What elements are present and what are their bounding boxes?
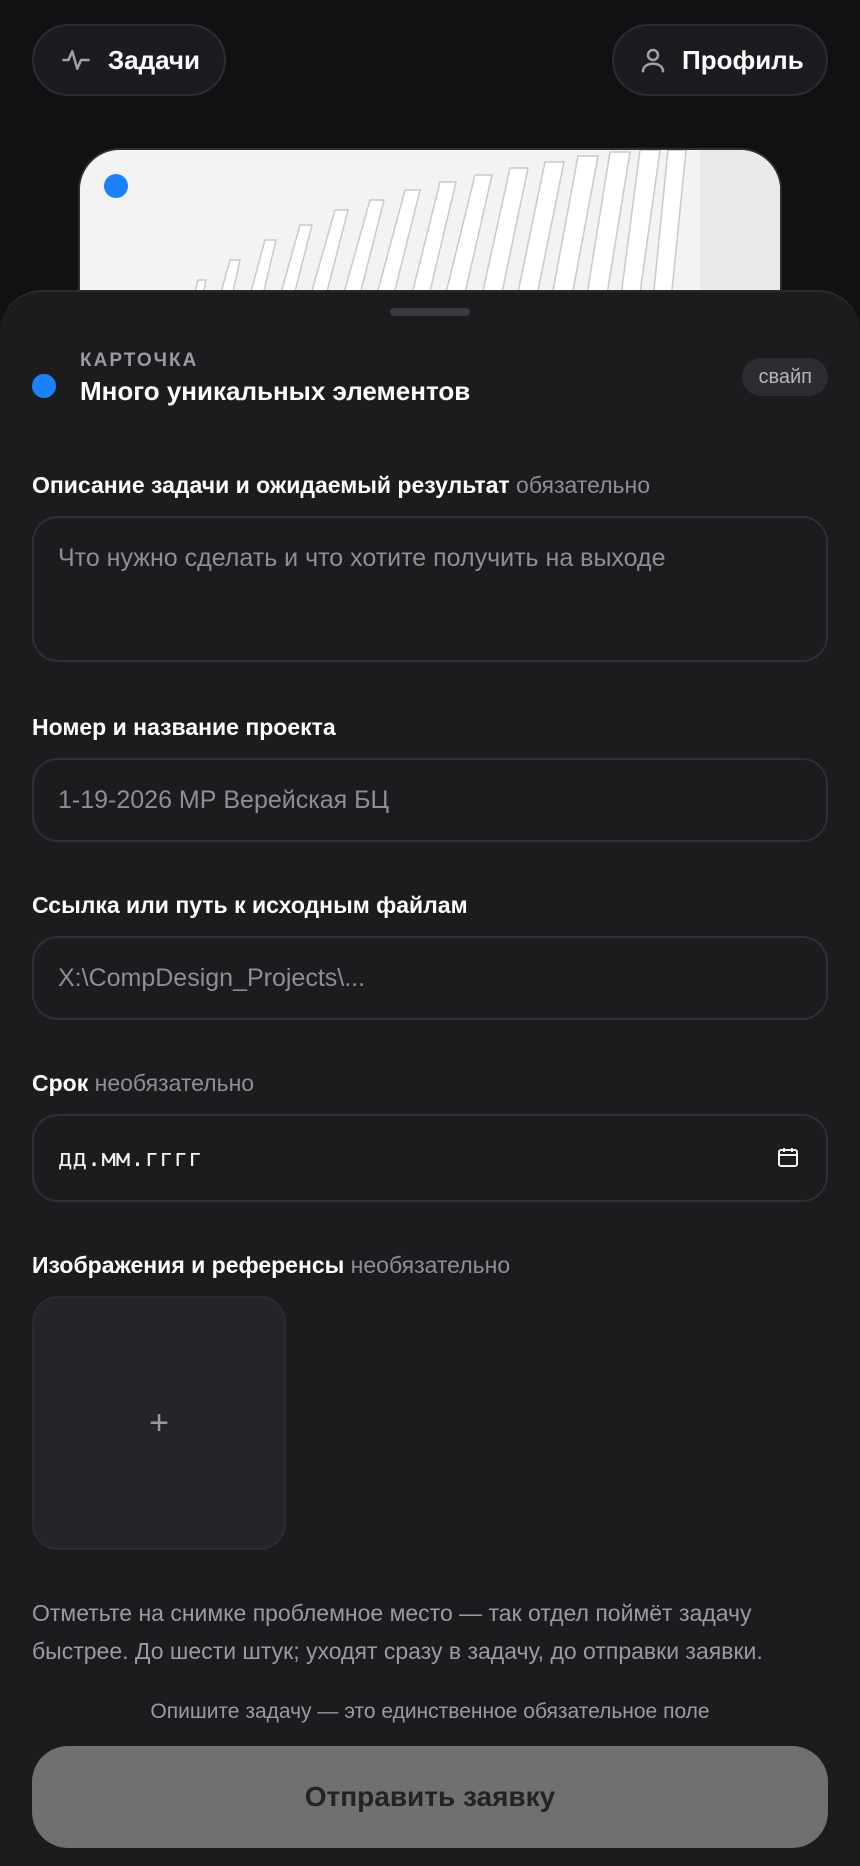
card-kicker: КАРТОЧКА bbox=[80, 350, 199, 371]
profile-button[interactable]: Профиль bbox=[612, 24, 828, 96]
required-field-note: Опишите задачу — это единственное обязат… bbox=[150, 1700, 710, 1723]
top-bar: Задачи Профиль bbox=[0, 0, 860, 130]
description-label-text: Описание задачи и ожидаемый результат bbox=[32, 472, 510, 498]
card-status-dot bbox=[32, 374, 56, 398]
card-title: Много уникальных элементов bbox=[80, 376, 471, 406]
activity-icon bbox=[58, 42, 94, 78]
card-header: КАРТОЧКА Много уникальных элементов свай… bbox=[32, 350, 828, 410]
description-label: Описание задачи и ожидаемый результат об… bbox=[32, 472, 650, 499]
project-placeholder: 1-19-2026 МР Верейская БЦ bbox=[58, 785, 389, 814]
image-hint-text: Отметьте на снимке проблемное место — та… bbox=[32, 1600, 763, 1664]
images-label: Изображения и референсы необязательно bbox=[32, 1252, 510, 1279]
profile-label: Профиль bbox=[682, 44, 804, 75]
description-placeholder: Что нужно сделать и что хотите получить … bbox=[58, 544, 666, 572]
project-label-text: Номер и название проекта bbox=[32, 714, 336, 740]
optional-tag: необязательно bbox=[94, 1070, 255, 1096]
project-label: Номер и название проекта bbox=[32, 714, 336, 741]
tasks-label: Задачи bbox=[107, 44, 200, 75]
swipe-badge: свайп bbox=[742, 358, 828, 396]
deadline-date-input[interactable]: дд.мм.гггг bbox=[32, 1114, 828, 1202]
description-textarea[interactable]: Что нужно сделать и что хотите получить … bbox=[32, 516, 828, 662]
deadline-placeholder: дд.мм.гггг bbox=[58, 1144, 203, 1172]
plus-icon: + bbox=[149, 1403, 169, 1442]
required-tag: обязательно bbox=[516, 472, 650, 498]
add-image-button[interactable]: + bbox=[32, 1296, 286, 1550]
deadline-label-text: Срок bbox=[32, 1070, 89, 1096]
submit-request-button[interactable]: Отправить заявку bbox=[32, 1746, 828, 1848]
optional-tag: необязательно bbox=[350, 1252, 511, 1278]
calendar-icon[interactable] bbox=[776, 1145, 802, 1171]
source-placeholder: X:\CompDesign_Projects\... bbox=[58, 963, 366, 992]
tasks-button[interactable]: Задачи bbox=[32, 24, 226, 96]
deadline-label: Срок необязательно bbox=[32, 1070, 254, 1097]
images-label-text: Изображения и референсы bbox=[32, 1252, 345, 1278]
status-dot bbox=[104, 174, 128, 198]
source-label: Ссылка или путь к исходным файлам bbox=[32, 892, 468, 919]
source-label-text: Ссылка или путь к исходным файлам bbox=[32, 892, 468, 918]
task-form-sheet: КАРТОЧКА Много уникальных элементов свай… bbox=[0, 290, 860, 1866]
sheet-grabber-handle[interactable] bbox=[390, 308, 470, 316]
source-input[interactable]: X:\CompDesign_Projects\... bbox=[32, 936, 828, 1020]
user-icon bbox=[638, 42, 668, 78]
project-input[interactable]: 1-19-2026 МР Верейская БЦ bbox=[32, 758, 828, 842]
submit-label: Отправить заявку bbox=[304, 1781, 556, 1812]
